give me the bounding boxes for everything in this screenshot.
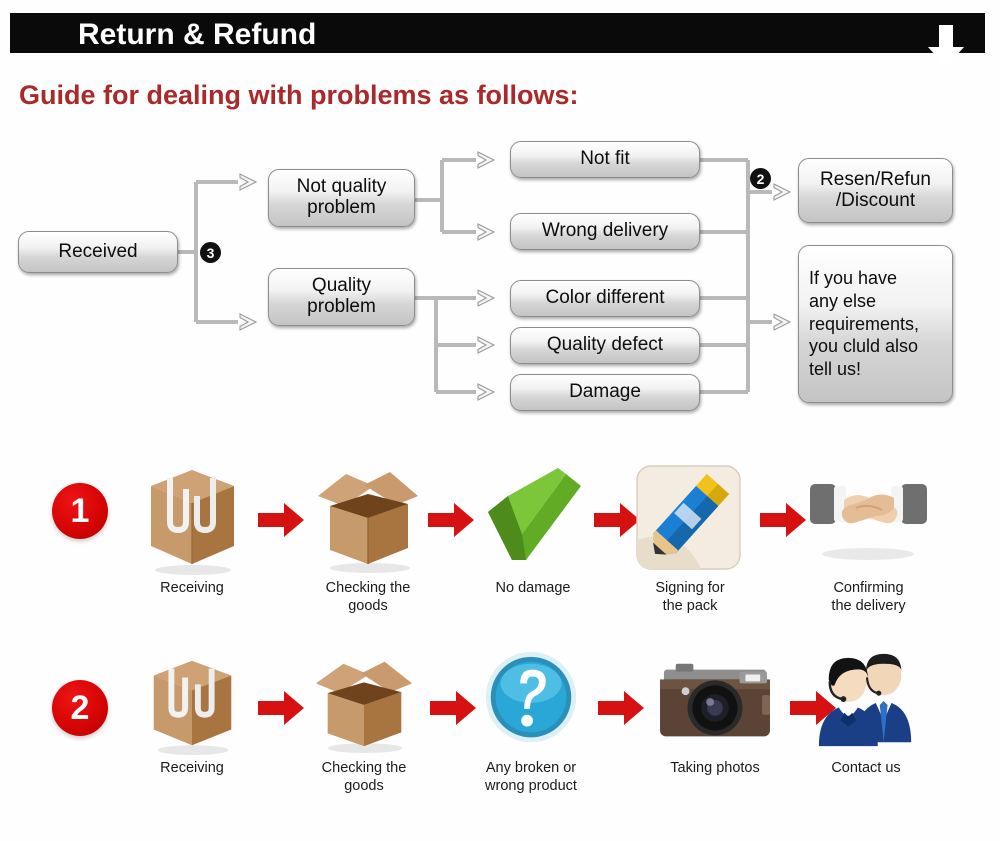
step-receiving: Receiving [137, 456, 247, 598]
process-row-1: 1 Receiving Checking the goods No damage… [0, 450, 1000, 645]
flow-box-damage[interactable]: Damage [510, 374, 700, 411]
support-agents-icon [806, 648, 926, 756]
page-title: Return & Refund [78, 18, 317, 51]
row-badge-2: 2 [52, 680, 108, 736]
flow-box-other-requirements[interactable]: If you have any else requirements, you c… [798, 245, 953, 403]
closed-box-icon [137, 456, 247, 576]
red-arrow-right-icon [598, 691, 644, 725]
step-label: No damage [495, 580, 571, 596]
flow-box-label: Wrong delivery [541, 220, 669, 242]
step-no-damage: No damage [478, 456, 588, 598]
flow-box-quality-problem[interactable]: Quality problem [268, 268, 415, 326]
down-arrow-icon [928, 25, 964, 67]
red-arrow-right-icon [428, 503, 474, 537]
step-label: Contact us [831, 760, 901, 776]
flow-box-label: Not quality problem [296, 176, 387, 218]
flow-box-label: Quality defect [546, 334, 664, 356]
flow-box-not-fit[interactable]: Not fit [510, 141, 700, 178]
flow-box-label: If you have any else requirements, you c… [809, 268, 920, 379]
step-label: Receiving [160, 580, 224, 596]
flow-box-not-quality-problem[interactable]: Not quality problem [268, 169, 415, 227]
flow-box-label: Not fit [580, 148, 630, 170]
flow-box-color-different[interactable]: Color different [510, 280, 700, 317]
step-confirming-delivery: Confirming the delivery [806, 456, 931, 616]
flow-box-label: Color different [545, 287, 665, 309]
step-signing-pack: Signing for the pack [635, 456, 745, 616]
return-refund-page: Return & Refund Guide for dealing with p… [0, 0, 1000, 841]
flow-box-label: Received [58, 240, 138, 262]
merge-badge-2: 2 [750, 168, 771, 189]
guide-heading: Guide for dealing with problems as follo… [19, 80, 579, 110]
step-label: Checking the goods [321, 760, 407, 794]
step-contact-us: Contact us [806, 648, 926, 778]
closed-box-icon [137, 648, 247, 756]
green-check-icon [478, 456, 588, 576]
step-label: Signing for the pack [655, 580, 725, 614]
blue-question-icon [470, 648, 592, 756]
step-receiving: Receiving [137, 648, 247, 778]
branch-badge-3: 3 [200, 242, 221, 263]
flow-box-label: Damage [569, 381, 641, 403]
step-checking-goods: Checking the goods [308, 456, 428, 616]
flow-box-label: Quality problem [307, 275, 376, 317]
flow-box-resend-refund-discount[interactable]: Resen/Refun /Discount [798, 158, 953, 223]
pencil-signing-icon [635, 456, 745, 576]
open-box-icon [308, 456, 428, 576]
red-arrow-right-icon [594, 503, 640, 537]
flow-box-label: Resen/Refun /Discount [820, 168, 931, 211]
step-label: Checking the goods [325, 580, 411, 614]
handshake-icon [806, 456, 931, 576]
red-arrow-right-icon [760, 503, 806, 537]
flow-box-quality-defect[interactable]: Quality defect [510, 327, 700, 364]
step-label: Taking photos [670, 760, 760, 776]
step-any-broken-wrong: Any broken or wrong product [470, 648, 592, 796]
process-row-2: 2 Receiving Checking the goods Any broke… [0, 640, 1000, 835]
row-badge-1: 1 [52, 483, 108, 539]
problem-flowchart: Received 3 Not quality problem Quality p… [0, 130, 1000, 430]
red-arrow-right-icon [258, 503, 304, 537]
step-label: Receiving [160, 760, 224, 776]
flow-box-received[interactable]: Received [18, 231, 178, 273]
flow-box-wrong-delivery[interactable]: Wrong delivery [510, 213, 700, 250]
open-box-icon [303, 648, 425, 756]
step-label: Confirming the delivery [831, 580, 906, 614]
step-taking-photos: Taking photos [645, 648, 785, 778]
camera-icon [645, 648, 785, 756]
red-arrow-right-icon [258, 691, 304, 725]
step-label: Any broken or wrong product [485, 760, 577, 794]
step-checking-goods: Checking the goods [303, 648, 425, 796]
header-bar: Return & Refund [10, 13, 985, 67]
